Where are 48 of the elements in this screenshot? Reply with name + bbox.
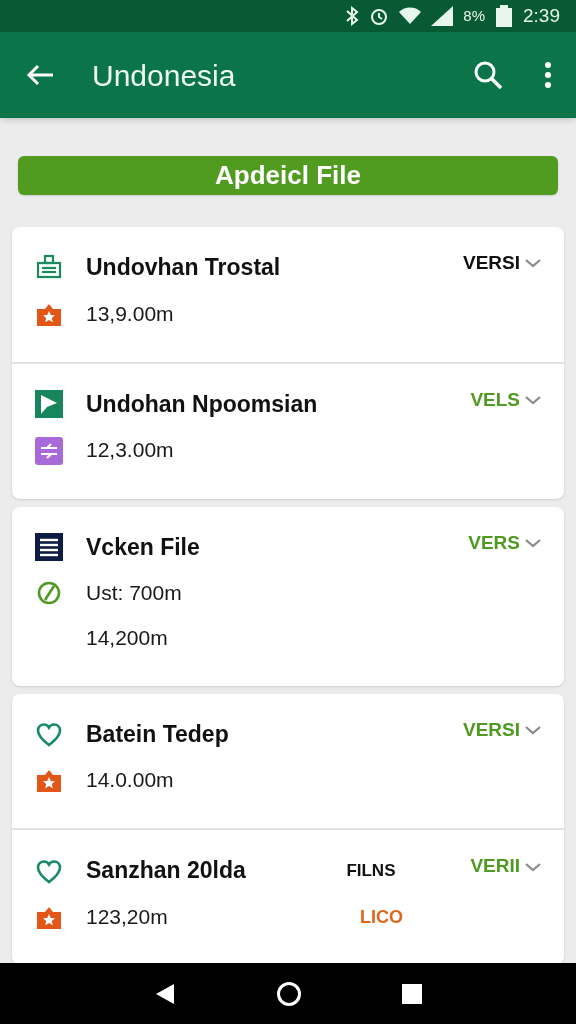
back-arrow-icon	[25, 63, 55, 87]
chevron-down-icon[interactable]	[524, 723, 542, 736]
chevron-down-icon[interactable]	[524, 536, 542, 549]
app-bar-title: Undonesia	[92, 57, 237, 94]
swap-icon	[35, 436, 63, 465]
version-label: VERSI	[462, 251, 520, 276]
item-detail: 123,20m	[86, 903, 169, 930]
bluetooth-icon	[345, 6, 360, 26]
item-detail: 14.0.00m	[86, 767, 175, 794]
version-dropdown[interactable]: VERSI	[462, 715, 542, 745]
version-dropdown[interactable]: VERS	[468, 528, 542, 558]
back-nav-icon[interactable]	[154, 982, 176, 1005]
flag-icon	[35, 390, 63, 419]
battery-icon	[495, 5, 513, 27]
search-icon	[472, 59, 504, 91]
version-label: VERII	[470, 854, 520, 879]
item-title: Sanzhan 20lda	[86, 856, 247, 885]
signal-icon	[431, 6, 454, 26]
chevron-down-icon[interactable]	[524, 860, 542, 873]
home-nav-icon[interactable]	[276, 980, 302, 1007]
primary-button[interactable]: Apdeicl File	[18, 156, 558, 195]
recents-nav-icon[interactable]	[402, 983, 422, 1004]
item-detail: 13,9.00m	[86, 300, 175, 327]
search-button[interactable]	[472, 59, 504, 91]
item-detail: 14,200m	[86, 625, 169, 652]
list-icon	[35, 532, 63, 561]
version-label: VERSI	[462, 717, 520, 742]
item-title: Batein Tedep	[86, 719, 230, 749]
file-label: FILNS	[346, 859, 397, 882]
item-detail: Ust: 700m	[86, 580, 183, 607]
wifi-icon	[399, 7, 422, 25]
battery-percent: 8%	[463, 5, 485, 26]
alarm-icon	[369, 6, 390, 26]
clock-time: 2:39	[523, 3, 560, 28]
version-label: VELS	[470, 387, 520, 412]
chevron-down-icon[interactable]	[524, 257, 542, 270]
version-dropdown[interactable]: VELS	[470, 385, 542, 415]
item-title: Vcken File	[86, 532, 201, 562]
more-button[interactable]	[544, 61, 552, 89]
version-dropdown[interactable]: VERII	[470, 852, 542, 881]
item-title: Undovhan Trostal	[86, 253, 282, 282]
item-detail: 12,3.00m	[86, 437, 175, 464]
chevron-down-icon[interactable]	[524, 394, 542, 407]
version-label: VERS	[468, 530, 520, 555]
license-label: LICO	[360, 905, 404, 929]
version-dropdown[interactable]: VERSI	[462, 249, 542, 278]
item-title: Undohan Npoomsian	[86, 389, 319, 419]
more-options-icon	[544, 61, 552, 89]
